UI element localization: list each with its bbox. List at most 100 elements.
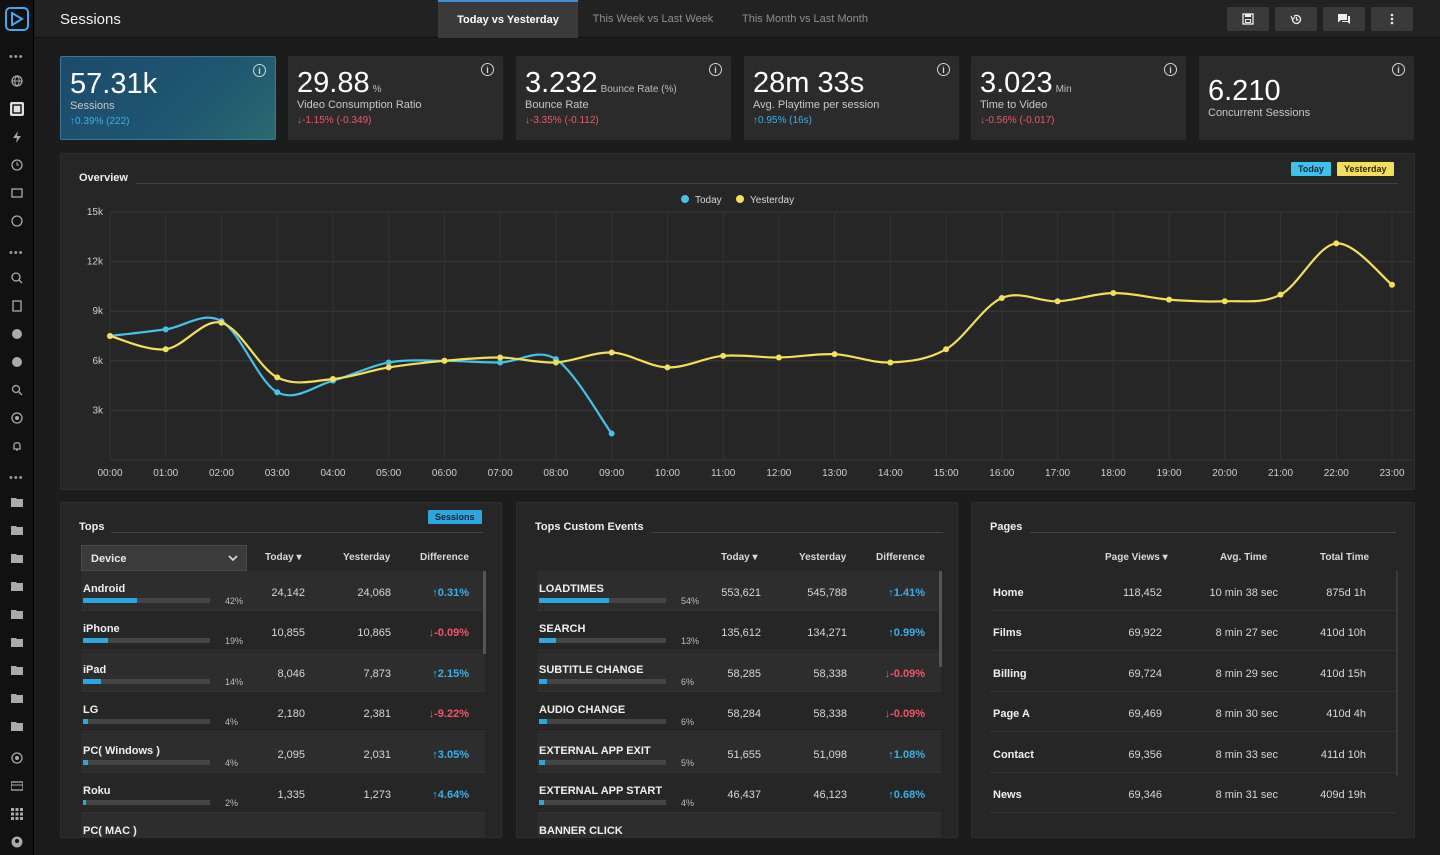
- more-button[interactable]: [1371, 7, 1413, 31]
- table-row[interactable]: SUBTITLE CHANGE 6% 58,285 58,338 ↓-0.09%: [537, 651, 941, 692]
- folder-icon[interactable]: [10, 663, 24, 677]
- page-name: Page A: [993, 708, 1030, 721]
- document-icon[interactable]: [10, 299, 24, 313]
- kpi-delta: ↑0.95% (16s): [753, 115, 812, 126]
- row-today: 24,142: [271, 587, 305, 599]
- info-icon[interactable]: i: [937, 63, 950, 76]
- scrollbar[interactable]: [939, 571, 942, 667]
- info-icon[interactable]: i: [253, 64, 266, 77]
- table-row[interactable]: Billing 69,724 8 min 29 sec 410d 15h: [990, 652, 1396, 692]
- bell-icon[interactable]: [10, 439, 24, 453]
- kpi-card-video-consumption[interactable]: 29.88% Video Consumption Ratio ↓-1.15% (…: [288, 56, 503, 140]
- tab-month-vs-last-month[interactable]: This Month vs Last Month: [730, 0, 880, 38]
- table-row[interactable]: BANNER CLICK: [537, 813, 941, 837]
- table-row[interactable]: AUDIO CHANGE 6% 58,284 58,338 ↓-0.09%: [537, 692, 941, 733]
- search-icon[interactable]: [10, 383, 24, 397]
- table-row[interactable]: LOADTIMES 54% 553,621 545,788 ↑1.41%: [537, 571, 941, 611]
- menu-dots-icon: •••: [9, 472, 24, 484]
- clock-icon[interactable]: [10, 158, 24, 172]
- bolt-icon[interactable]: [10, 130, 24, 144]
- row-today: 8,046: [277, 667, 305, 680]
- row-percent: 19%: [225, 636, 244, 647]
- folder-icon[interactable]: [10, 523, 24, 537]
- kpi-card-bounce-rate[interactable]: 3.232 Bounce Rate (%) Bounce Rate ↓-3.35%…: [516, 56, 731, 140]
- info-icon[interactable]: i: [481, 63, 494, 76]
- tab-today-vs-yesterday[interactable]: Today vs Yesterday: [438, 0, 578, 38]
- table-row[interactable]: Roku 2% 1,335 1,273 ↑4.64%: [81, 773, 485, 813]
- device-dropdown[interactable]: Device: [81, 545, 247, 571]
- table-row[interactable]: Page A 69,469 8 min 30 sec 410d 4h: [990, 692, 1396, 733]
- shield-icon[interactable]: [10, 355, 24, 369]
- share-bar-fill: [539, 678, 547, 684]
- settings-icon[interactable]: [10, 751, 24, 765]
- target-icon[interactable]: [10, 411, 24, 425]
- page-views: 69,724: [1128, 667, 1162, 680]
- zoom-icon[interactable]: [10, 271, 24, 285]
- app-logo-icon[interactable]: [5, 7, 29, 31]
- table-row[interactable]: iPad 14% 8,046 7,873 ↑2.15%: [81, 651, 485, 692]
- compass-icon[interactable]: [10, 327, 24, 341]
- row-today: 1,335: [277, 789, 305, 801]
- table-row[interactable]: News 69,346 8 min 31 sec 409d 19h: [990, 773, 1396, 813]
- x-tick-label: 19:00: [1157, 468, 1182, 479]
- row-yesterday: 134,271: [807, 627, 847, 640]
- scrollbar[interactable]: [1396, 571, 1398, 776]
- info-icon[interactable]: i: [1164, 63, 1177, 76]
- folder-icon[interactable]: [10, 495, 24, 509]
- sessions-badge[interactable]: Sessions: [428, 510, 482, 524]
- folder-icon[interactable]: [10, 551, 24, 565]
- col-today[interactable]: Today ▾: [265, 552, 302, 563]
- kpi-card-avg-playtime[interactable]: 28m 33s Avg. Playtime per session ↑0.95%…: [744, 56, 959, 140]
- table-row[interactable]: PC( MAC ): [81, 813, 485, 837]
- data-point-yesterday: [162, 346, 169, 353]
- kpi-card-time-to-video[interactable]: 3.023 Min Time to Video ↓-0.56% (-0.017) …: [971, 56, 1186, 140]
- table-row[interactable]: EXTERNAL APP EXIT 5% 51,655 51,098 ↑1.08%: [537, 732, 941, 773]
- tab-week-vs-last-week[interactable]: This Week vs Last Week: [583, 0, 723, 38]
- share-bar-fill: [83, 678, 102, 684]
- share-bar-fill: [83, 598, 138, 603]
- data-point-yesterday: [1166, 296, 1173, 303]
- table-row[interactable]: Contact 69,356 8 min 33 sec 411d 10h: [990, 733, 1396, 773]
- kpi-card-concurrent-sessions[interactable]: 6.210 Concurrent Sessions i: [1199, 56, 1414, 140]
- image-icon[interactable]: [10, 186, 24, 200]
- kpi-card-sessions[interactable]: 57.31k Sessions ↑0.39% (222) i: [60, 56, 276, 140]
- table-row[interactable]: Home 118,452 10 min 38 sec 875d 1h: [990, 571, 1396, 611]
- info-icon[interactable]: i: [1392, 63, 1405, 76]
- data-point-today: [608, 430, 615, 437]
- page-name: News: [993, 789, 1022, 801]
- y-tick-label: 15k: [87, 207, 104, 218]
- x-tick-label: 07:00: [488, 468, 513, 479]
- folder-icon[interactable]: [10, 607, 24, 621]
- scrollbar[interactable]: [483, 571, 486, 654]
- table-row[interactable]: EXTERNAL APP START 4% 46,437 46,123 ↑0.68%: [537, 773, 941, 813]
- globe-icon[interactable]: [10, 74, 24, 88]
- table-row[interactable]: Films 69,922 8 min 27 sec 410d 10h: [990, 611, 1396, 652]
- col-page-views[interactable]: Page Views ▾: [1105, 552, 1168, 563]
- kpi-value: 6.210: [1208, 75, 1281, 107]
- folder-icon[interactable]: [10, 691, 24, 705]
- comments-button[interactable]: [1323, 7, 1365, 31]
- col-today[interactable]: Today ▾: [721, 552, 758, 563]
- sessions-icon[interactable]: [10, 102, 24, 116]
- folder-icon[interactable]: [10, 719, 24, 733]
- info-icon[interactable]: i: [709, 63, 722, 76]
- user-icon[interactable]: [10, 835, 24, 849]
- card-icon[interactable]: [10, 779, 24, 793]
- row-percent: 4%: [681, 798, 695, 808]
- page-avg-time: 8 min 29 sec: [1215, 667, 1278, 680]
- world-icon[interactable]: [10, 214, 24, 228]
- table-row[interactable]: iPhone 19% 10,855 10,865 ↓-0.09%: [81, 611, 485, 652]
- history-button[interactable]: [1275, 7, 1317, 31]
- share-bar: [539, 800, 666, 805]
- folder-icon[interactable]: [10, 579, 24, 593]
- sort-down-icon: ▾: [1162, 552, 1168, 563]
- row-yesterday: 1,273: [363, 789, 391, 801]
- grid-icon[interactable]: [10, 807, 24, 821]
- table-row[interactable]: PC( Windows ) 4% 2,095 2,031 ↑3.05%: [81, 732, 485, 773]
- save-button[interactable]: [1227, 7, 1269, 31]
- folder-icon[interactable]: [10, 635, 24, 649]
- kpi-delta: ↓-0.56% (-0.017): [980, 115, 1055, 126]
- table-row[interactable]: Android 42% 24,142 24,068 ↑0.31%: [81, 571, 485, 611]
- table-row[interactable]: LG 4% 2,180 2,381 ↓-9.22%: [81, 692, 485, 733]
- table-row[interactable]: SEARCH 13% 135,612 134,271 ↑0.99%: [537, 611, 941, 652]
